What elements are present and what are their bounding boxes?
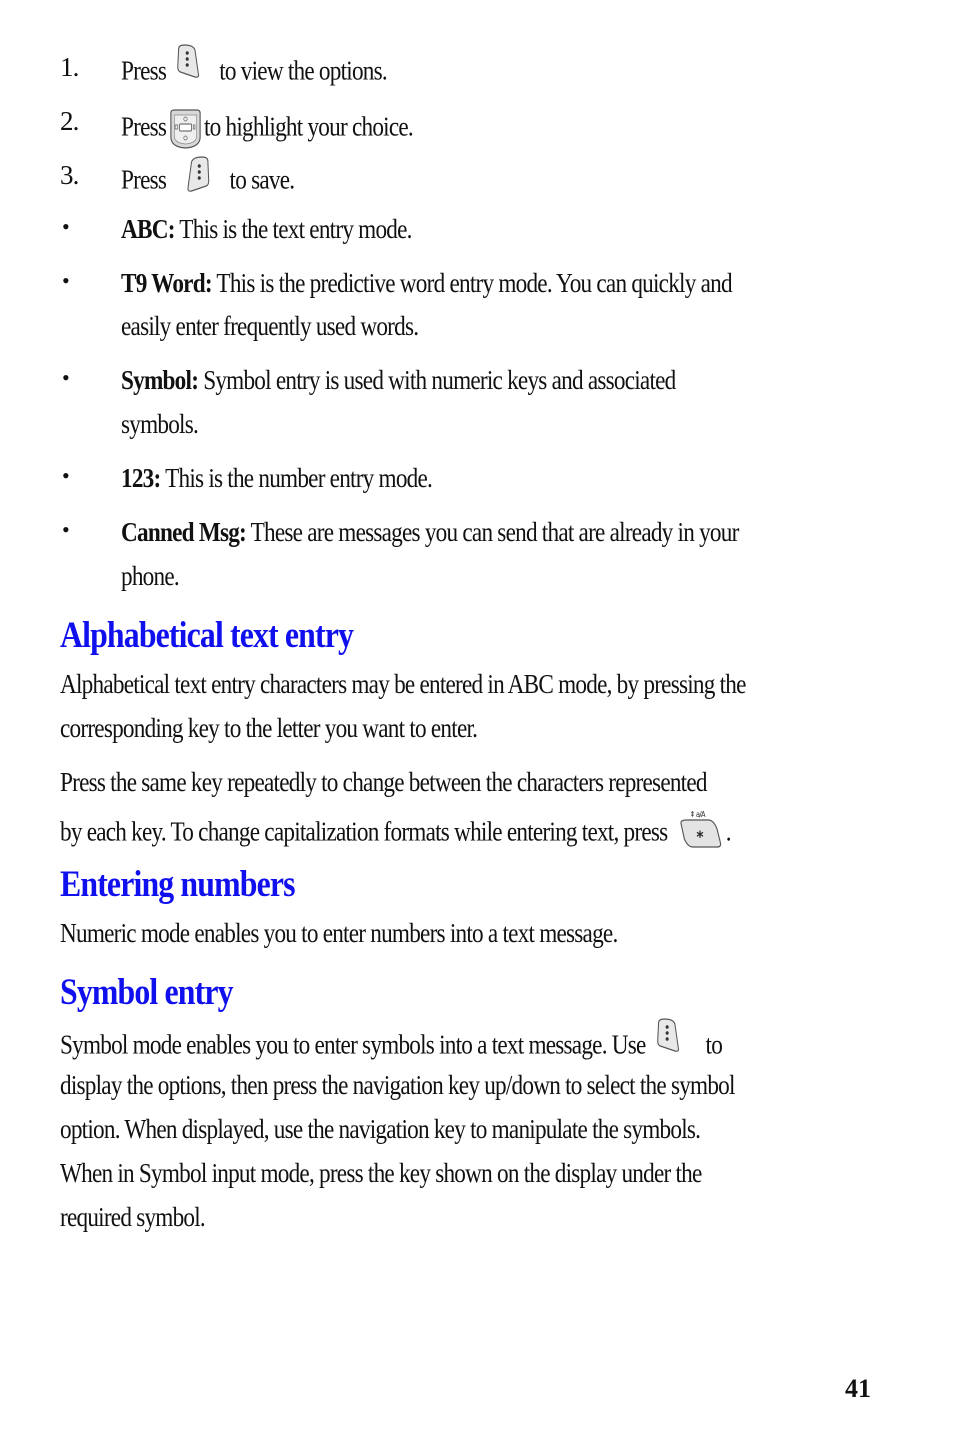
mode-description-cont: symbols.	[121, 409, 199, 439]
bullet: •	[62, 365, 70, 390]
symbol-para-line: display the options, then press the navi…	[60, 1070, 735, 1100]
heading-symbol-entry: Symbol entry	[60, 972, 234, 1013]
mode-term: Canned Msg:	[121, 517, 247, 547]
step-number: 1.	[60, 52, 79, 82]
numbers-para: Numeric mode enables you to enter number…	[60, 918, 618, 948]
symbol-para-line: option. When displayed, use the navigati…	[60, 1114, 701, 1144]
mode-description-cont: phone.	[121, 561, 180, 591]
heading-entering-numbers: Entering numbers	[60, 864, 295, 905]
step-number: 2.	[60, 106, 79, 136]
bullet: •	[62, 268, 70, 293]
mode-term: Symbol:	[121, 365, 199, 395]
step-text-before: Press	[121, 164, 167, 195]
mode-term: T9 Word:	[121, 268, 213, 298]
bullet: •	[62, 214, 70, 239]
mode-term: 123:	[121, 463, 161, 493]
left-soft-key-icon	[176, 44, 202, 87]
heading-alphabetical-text-entry: Alphabetical text entry	[60, 615, 354, 656]
alphabetical-para-1-line-1: Alphabetical text entry characters may b…	[60, 669, 746, 699]
left-soft-key-icon	[656, 1018, 682, 1061]
page-number: 41	[845, 1374, 871, 1403]
symbol-para-line: When in Symbol input mode, press the key…	[60, 1158, 702, 1188]
step-text-after: to view the options.	[219, 55, 387, 86]
alphabetical-para-2-end: .	[725, 816, 732, 847]
step-text-after: to save.	[229, 164, 296, 195]
mode-description-cont: easily enter frequently used words.	[121, 311, 419, 341]
step-number: 3.	[60, 160, 79, 190]
alphabetical-para-1-line-2: corresponding key to the letter you want…	[60, 713, 478, 743]
step-text-before: Press	[121, 111, 167, 142]
svg-text:⇞ a/A: ⇞ a/A	[690, 809, 707, 819]
symbol-para-line-1-end: to	[705, 1029, 723, 1060]
right-soft-key-icon	[185, 156, 211, 201]
mode-description: Symbol entry is used with numeric keys a…	[203, 365, 676, 395]
mode-term: ABC:	[121, 214, 175, 244]
step-text-before: Press	[121, 55, 167, 86]
symbol-para-line-1: Symbol mode enables you to enter symbols…	[60, 1029, 646, 1060]
mode-description: These are messages you can send that are…	[250, 517, 740, 547]
alphabetical-para-2-line-1: Press the same key repeatedly to change …	[60, 767, 708, 797]
manual-page: 1. Press to view the options. 2. Press t…	[0, 0, 954, 1433]
svg-text:*: *	[697, 827, 704, 846]
navigation-key-icon	[167, 109, 203, 156]
bullet: •	[62, 463, 70, 488]
mode-description: This is the predictive word entry mode. …	[216, 268, 732, 298]
star-shift-key-icon: ⇞ a/A *	[678, 809, 723, 856]
symbol-para-line: required symbol.	[60, 1202, 206, 1232]
alphabetical-para-2-line-2: by each key. To change capitalization fo…	[60, 816, 668, 847]
step-text-after: to highlight your choice.	[204, 111, 414, 142]
mode-description: This is the number entry mode.	[165, 463, 433, 493]
mode-description: This is the text entry mode.	[179, 214, 412, 244]
bullet: •	[62, 517, 70, 542]
